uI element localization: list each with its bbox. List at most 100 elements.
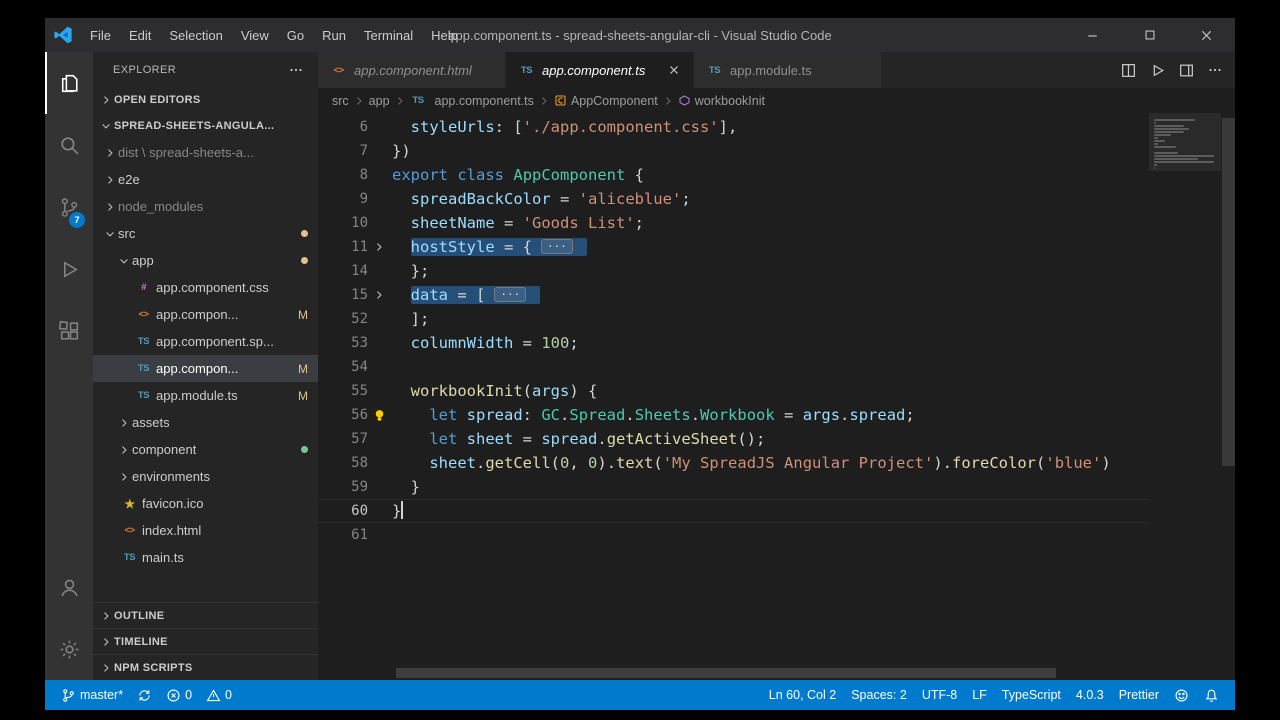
breadcrumb-src[interactable]: src: [332, 94, 349, 108]
section-label: NPM SCRIPTS: [114, 661, 193, 674]
section-npm-scripts[interactable]: NPM SCRIPTS: [93, 654, 318, 680]
status-sync[interactable]: [131, 688, 158, 703]
files-icon: [57, 71, 82, 96]
tab-app-component-ts[interactable]: TS app.component.ts: [506, 52, 694, 88]
warning-icon: [206, 688, 221, 703]
tree-folder-environments[interactable]: environments: [93, 463, 318, 490]
status-encoding[interactable]: UTF-8: [916, 688, 963, 702]
activity-accounts[interactable]: [45, 556, 93, 618]
menu-help[interactable]: Help: [422, 18, 467, 52]
menu-run[interactable]: Run: [313, 18, 355, 52]
activity-search[interactable]: [45, 114, 93, 176]
window-minimize-button[interactable]: [1064, 18, 1121, 52]
tree-file-app-module-ts[interactable]: TS app.module.ts M: [93, 382, 318, 409]
activity-explorer[interactable]: [45, 52, 93, 114]
tree-file-app-compon[interactable]: TS app.compon... M: [93, 355, 318, 382]
tree-file-app-component-sp[interactable]: TS app.component.sp...: [93, 328, 318, 355]
minimap-line: [1154, 125, 1184, 127]
section-outline[interactable]: OUTLINE: [93, 602, 318, 628]
code-token: AppComponent: [513, 166, 626, 184]
menu-go[interactable]: Go: [278, 18, 313, 52]
fold-gutter: [368, 163, 390, 187]
menu-selection[interactable]: Selection: [160, 18, 231, 52]
tree-folder-dist-spread-sheets-a[interactable]: dist \ spread-sheets-a...: [93, 139, 318, 166]
status-notifications[interactable]: [1198, 688, 1225, 703]
window-close-button[interactable]: [1178, 18, 1235, 52]
tree-folder-src[interactable]: src: [93, 220, 318, 247]
tab-app-component-html[interactable]: <> app.component.html: [318, 52, 506, 88]
feedback-icon: [1174, 688, 1189, 703]
folded-code-button[interactable]: ···: [494, 287, 527, 302]
status-language[interactable]: TypeScript: [996, 688, 1067, 702]
breadcrumb-app[interactable]: app: [369, 94, 390, 108]
chevron-right-icon: [97, 94, 114, 106]
status-feedback[interactable]: [1168, 688, 1195, 703]
tab-label: app.component.html: [354, 62, 472, 78]
window-maximize-button[interactable]: [1121, 18, 1178, 52]
code-token: args: [802, 406, 841, 424]
code-line-8: 8 export class AppComponent {: [318, 163, 1149, 187]
code-token: Spread: [569, 406, 626, 424]
status-formatter[interactable]: Prettier: [1113, 688, 1165, 702]
tree-folder-assets[interactable]: assets: [93, 409, 318, 436]
tree-folder-app[interactable]: app: [93, 247, 318, 274]
editor-action-split-editor[interactable]: [1120, 62, 1137, 79]
tree-file-app-compon[interactable]: <> app.compon... M: [93, 301, 318, 328]
menu-file[interactable]: File: [81, 18, 120, 52]
breadcrumb-workbookinit[interactable]: workbookInit: [678, 94, 765, 108]
tree-folder-node-modules[interactable]: node_modules: [93, 193, 318, 220]
activity-source-control[interactable]: 7: [45, 176, 93, 238]
ts-file-icon: TS: [520, 64, 533, 76]
minimap-line: [1154, 137, 1159, 139]
section-timeline[interactable]: TIMELINE: [93, 628, 318, 654]
status-errors[interactable]: 0: [160, 688, 198, 703]
status-branch[interactable]: master*: [55, 688, 129, 703]
code-token: ];: [392, 310, 430, 328]
fold-collapsed-icon[interactable]: [368, 283, 390, 307]
close-tab-icon[interactable]: [667, 63, 681, 77]
status-ts-version[interactable]: 4.0.3: [1070, 688, 1110, 702]
code-token: sheet: [429, 454, 476, 472]
minimap[interactable]: [1149, 113, 1221, 173]
tree-folder-component[interactable]: component: [93, 436, 318, 463]
code-area[interactable]: 6 styleUrls: ['./app.component.css'], 7})…: [318, 113, 1149, 666]
tree-file-main-ts[interactable]: TS main.ts: [93, 544, 318, 571]
tree-item-label: main.ts: [142, 550, 184, 565]
editor-action-more-actions[interactable]: [1207, 62, 1223, 78]
tree-file-index-html[interactable]: <> index.html: [93, 517, 318, 544]
code-text: ];: [390, 307, 430, 331]
status-indentation[interactable]: Spaces: 2: [845, 688, 913, 702]
editor-action-layout[interactable]: [1178, 62, 1195, 79]
tree-folder-e2e[interactable]: e2e: [93, 166, 318, 193]
chevron-right-icon: [97, 662, 114, 674]
breadcrumb-appcomponent[interactable]: AppComponent: [554, 94, 658, 108]
menu-terminal[interactable]: Terminal: [355, 18, 422, 52]
vertical-scrollbar[interactable]: [1222, 118, 1235, 466]
breadcrumb-app-component-ts[interactable]: TS app.component.ts: [410, 94, 533, 108]
explorer-more-actions-icon[interactable]: [288, 62, 304, 78]
tree-file-app-component-css[interactable]: # app.component.css: [93, 274, 318, 301]
tab-app-module-ts[interactable]: TS app.module.ts: [694, 52, 882, 88]
tree-file-favicon-ico[interactable]: ★ favicon.ico: [93, 490, 318, 517]
fold-collapsed-icon[interactable]: [368, 235, 390, 259]
project-section[interactable]: SPREAD-SHEETS-ANGULA...: [93, 113, 318, 139]
open-editors-section[interactable]: OPEN EDITORS: [93, 87, 318, 113]
fold-gutter: [368, 523, 390, 547]
activity-extensions[interactable]: [45, 300, 93, 362]
breadcrumb-label: src: [332, 93, 349, 108]
status-warnings[interactable]: 0: [200, 688, 238, 703]
activity-settings[interactable]: [45, 618, 93, 680]
status-cursor-position[interactable]: Ln 60, Col 2: [763, 688, 842, 702]
editor-action-run[interactable]: [1149, 62, 1166, 79]
horizontal-scrollbar[interactable]: [396, 668, 1056, 678]
menu-view[interactable]: View: [232, 18, 278, 52]
folded-code-button[interactable]: ···: [541, 239, 573, 254]
lightbulb-icon[interactable]: [368, 403, 390, 427]
menu-edit[interactable]: Edit: [120, 18, 160, 52]
git-status-dot: [301, 446, 308, 453]
editor[interactable]: 6 styleUrls: ['./app.component.css'], 7})…: [318, 113, 1235, 680]
code-token: getActiveSheet: [606, 430, 738, 448]
status-eol[interactable]: LF: [966, 688, 993, 702]
activity-run-debug[interactable]: [45, 238, 93, 300]
